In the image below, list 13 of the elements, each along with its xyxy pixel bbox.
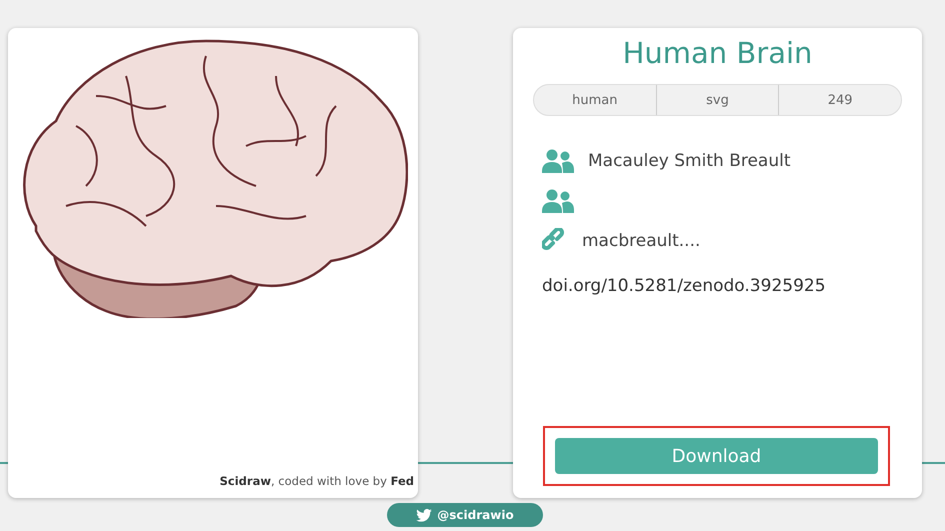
- author-name: Macauley Smith Breault: [588, 151, 791, 171]
- bird-icon: [416, 508, 432, 522]
- tag-label: 249: [778, 85, 902, 115]
- tag-label: svg: [656, 85, 778, 115]
- people-icon: [542, 149, 574, 173]
- website-text: macbreault....: [582, 231, 700, 251]
- twitter-button[interactable]: @scidrawio: [387, 503, 543, 527]
- tag-label: human: [571, 92, 619, 110]
- drawing-title: Human Brain: [622, 36, 814, 70]
- download-button[interactable]: Download: [555, 438, 878, 474]
- footer-credit: Scidraw, coded with love by Fed: [220, 474, 415, 488]
- doi-text: doi.org/10.5281/zenodo.3925925: [541, 276, 827, 296]
- people-icon: [542, 189, 574, 213]
